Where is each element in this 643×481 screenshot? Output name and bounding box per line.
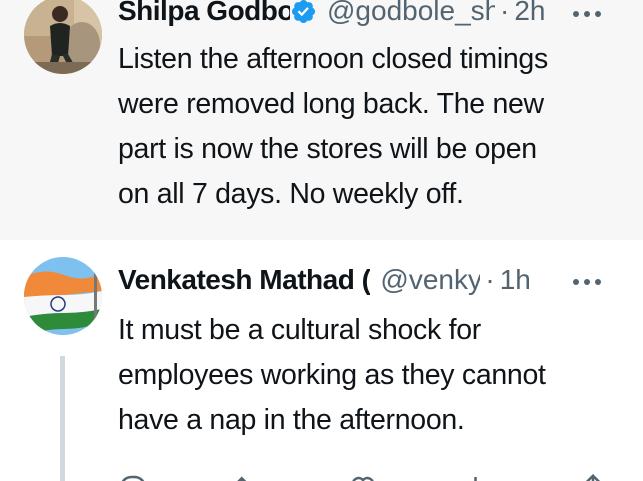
avatar-venkatesh[interactable] [24, 257, 102, 335]
tweet-header: Shilpa Godbole @godbole_shilpa·2h [118, 0, 643, 31]
tweet-text-line: have a nap in the afternoon. [118, 404, 465, 436]
more-options-icon[interactable] [573, 266, 603, 296]
retweet-icon[interactable] [233, 472, 263, 481]
verified-badge-icon [291, 0, 316, 24]
author-name[interactable]: Shilpa Godbole [118, 0, 290, 31]
tweet-shilpa[interactable]: Shilpa Godbole @godbole_shilpa·2h Listen… [0, 0, 643, 240]
author-handle[interactable]: @venky [380, 260, 480, 300]
views-icon[interactable] [463, 472, 493, 481]
thread-connector-line [60, 356, 65, 481]
tweet-text: It must be a cultural shock for employee… [118, 308, 618, 443]
tweet-header: Venkatesh Mathad (@venky · 1h [118, 260, 643, 300]
author-handle[interactable]: @godbole_shilpa [327, 0, 495, 31]
avatar-shilpa[interactable] [24, 0, 102, 74]
tweet-text-line: Listen the afternoon closed timings [118, 43, 548, 75]
tweet-actions [118, 472, 623, 481]
tweet-text-line: employees working as they cannot [118, 359, 546, 391]
tweet-text-line: It must be a cultural shock for [118, 314, 481, 346]
more-options-icon[interactable] [573, 0, 603, 28]
tweet-text-line: part is now the stores will be open [118, 133, 537, 165]
share-icon[interactable] [578, 472, 608, 481]
timestamp[interactable]: 2h [514, 0, 545, 31]
tweet-text-line: on all 7 days. No weekly off. [118, 178, 464, 210]
author-name[interactable]: Venkatesh Mathad ( [118, 260, 370, 300]
tweet-text: Listen the afternoon closed timings were… [118, 37, 618, 217]
tweet-text-line: were removed long back. The new [118, 88, 544, 120]
separator-dot: · [485, 264, 495, 295]
reply-icon[interactable] [118, 472, 148, 481]
like-icon[interactable] [348, 472, 378, 481]
tweet-feed: Shilpa Godbole @godbole_shilpa·2h Listen… [0, 0, 643, 481]
separator-dot: · [500, 0, 510, 26]
tweet-venkatesh[interactable]: Venkatesh Mathad (@venky · 1h It must be a… [0, 240, 643, 481]
timestamp[interactable]: 1h [500, 260, 531, 300]
